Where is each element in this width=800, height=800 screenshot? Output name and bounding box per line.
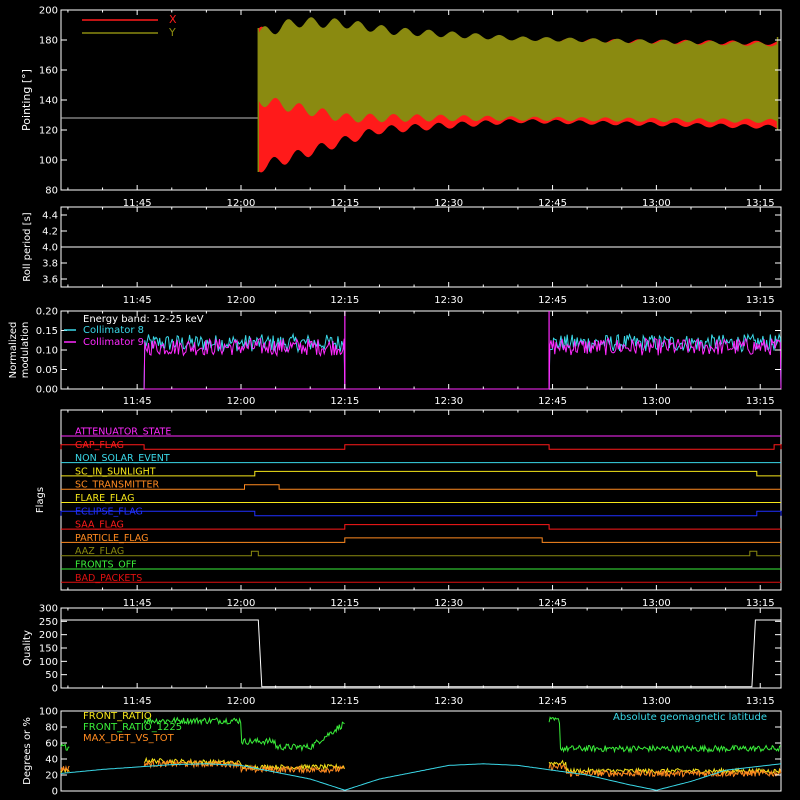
x-tick-label: 12:30 <box>434 396 463 407</box>
y-tick-label: 180 <box>39 36 58 47</box>
y-tick-label: 200 <box>39 6 58 17</box>
y-tick-label: 0 <box>52 787 58 798</box>
y-tick-label: 20 <box>45 771 58 782</box>
y-tick-label: 0.10 <box>36 346 58 357</box>
flag-label-flare-flag: FLARE_FLAG <box>75 493 135 504</box>
y-tick-label: 100 <box>39 707 58 718</box>
y-tick-label: 100 <box>39 156 58 167</box>
x-tick-label: 13:00 <box>642 598 671 609</box>
x-tick-label: 12:15 <box>330 696 359 707</box>
flag-label-non-solar-event: NON_SOLAR_EVENT <box>75 453 170 464</box>
x-tick-label: 12:00 <box>227 295 256 306</box>
x-tick-label: 13:15 <box>746 696 775 707</box>
y-tick-label: 150 <box>39 644 58 655</box>
x-tick-label: 12:00 <box>227 696 256 707</box>
legend-label-collimator-9: Collimator 9 <box>83 337 144 348</box>
y-tick-label: 3.8 <box>42 259 58 270</box>
x-tick-label: 12:30 <box>434 295 463 306</box>
legend-label-collimator-8: Collimator 8 <box>83 325 144 336</box>
x-tick-label: 11:45 <box>123 396 152 407</box>
x-tick-label: 12:45 <box>538 396 567 407</box>
y-tick-label: 300 <box>39 604 58 615</box>
y-tick-label: 140 <box>39 96 58 107</box>
x-tick-label: 12:00 <box>227 396 256 407</box>
legend-label-max-det-vs-tot: MAX_DET_VS_TOT <box>83 733 175 744</box>
flag-label-particle-flag: PARTICLE_FLAG <box>75 533 148 544</box>
flag-label-gap-flag: GAP_FLAG <box>75 440 124 451</box>
flag-label-bad-packets: BAD_PACKETS <box>75 573 142 584</box>
y-tick-label: 50 <box>45 670 58 681</box>
x-tick-label: 11:45 <box>123 696 152 707</box>
roll-period-y-label: Roll period [s] <box>22 212 33 281</box>
x-tick-label: 12:30 <box>434 598 463 609</box>
x-tick-label: 13:00 <box>642 295 671 306</box>
y-tick-label: 250 <box>39 617 58 628</box>
x-tick-label: 13:15 <box>746 598 775 609</box>
legend-label-front-ratio-1225: FRONT_RATIO_1225 <box>83 722 182 733</box>
flag-label-fronts-off: FRONTS_OFF <box>75 560 137 571</box>
orbit-summary-figure: 80100120140160180200 11:45 12:00 12:15 12:3… <box>0 0 800 800</box>
y-tick-label: 0 <box>52 684 58 695</box>
y-tick-label: 40 <box>45 755 58 766</box>
y-tick-label: 100 <box>39 657 58 668</box>
x-tick-label: 12:45 <box>538 696 567 707</box>
x-tick-label: 12:45 <box>538 295 567 306</box>
y-tick-label: 0.05 <box>36 365 58 376</box>
modulation-y-label: Normalizedmodulation <box>8 322 31 379</box>
x-tick-label: 12:45 <box>538 598 567 609</box>
legend-label-geomagnetic-latitude: Absolute geomagnetic latitude <box>613 712 767 723</box>
y-tick-label: 160 <box>39 66 58 77</box>
front-ratio-y-label: Degrees or % <box>22 717 33 785</box>
flag-label-eclipse-flag: ECLIPSE_FLAG <box>75 506 143 517</box>
flags-y-label: Flags <box>35 487 46 513</box>
x-tick-label: 12:30 <box>434 696 463 707</box>
y-tick-label: 0.00 <box>36 385 58 396</box>
legend-label-y: Y <box>168 26 176 39</box>
y-tick-label: 120 <box>39 126 58 137</box>
x-tick-label: 11:45 <box>123 598 152 609</box>
y-tick-label: 4.0 <box>42 243 58 254</box>
x-tick-label: 13:00 <box>642 696 671 707</box>
legend-label-front-ratio: FRONT_RATIO <box>83 711 152 722</box>
y-tick-label: 4.2 <box>42 227 58 238</box>
x-tick-label: 11:45 <box>123 295 152 306</box>
x-tick-label: 13:15 <box>746 295 775 306</box>
y-tick-label: 0.20 <box>36 307 58 318</box>
flag-label-saa-flag: SAA_FLAG <box>75 520 124 531</box>
flag-label-sc-transmitter: SC_TRANSMITTER <box>75 480 160 491</box>
y-tick-label: 80 <box>45 723 58 734</box>
y-tick-label: 3.6 <box>42 275 58 286</box>
x-tick-label: 12:15 <box>330 598 359 609</box>
quality-y-label: Quality <box>22 630 33 666</box>
y-tick-label: 200 <box>39 630 58 641</box>
x-tick-label: 13:15 <box>746 396 775 407</box>
y-tick-label: 4.4 <box>42 211 58 222</box>
x-tick-label: 12:15 <box>330 295 359 306</box>
flag-label-attenuator-state: ATTENUATOR_STATE <box>75 427 171 438</box>
pointing-y-label: Pointing [°] <box>20 69 33 131</box>
flag-label-aaz-flag: AAZ_FLAG <box>75 546 124 557</box>
energy-band-annotation: Energy band: 12-25 keV <box>83 314 204 325</box>
legend-label-x: X <box>169 13 177 26</box>
x-tick-label: 13:00 <box>642 396 671 407</box>
y-tick-label: 0.15 <box>36 326 58 337</box>
x-tick-label: 12:15 <box>330 396 359 407</box>
y-tick-label: 60 <box>45 739 58 750</box>
flag-label-sc-in-sunlight: SC_IN_SUNLIGHT <box>75 466 156 477</box>
y-tick-label: 80 <box>45 186 58 197</box>
x-tick-label: 12:00 <box>227 598 256 609</box>
